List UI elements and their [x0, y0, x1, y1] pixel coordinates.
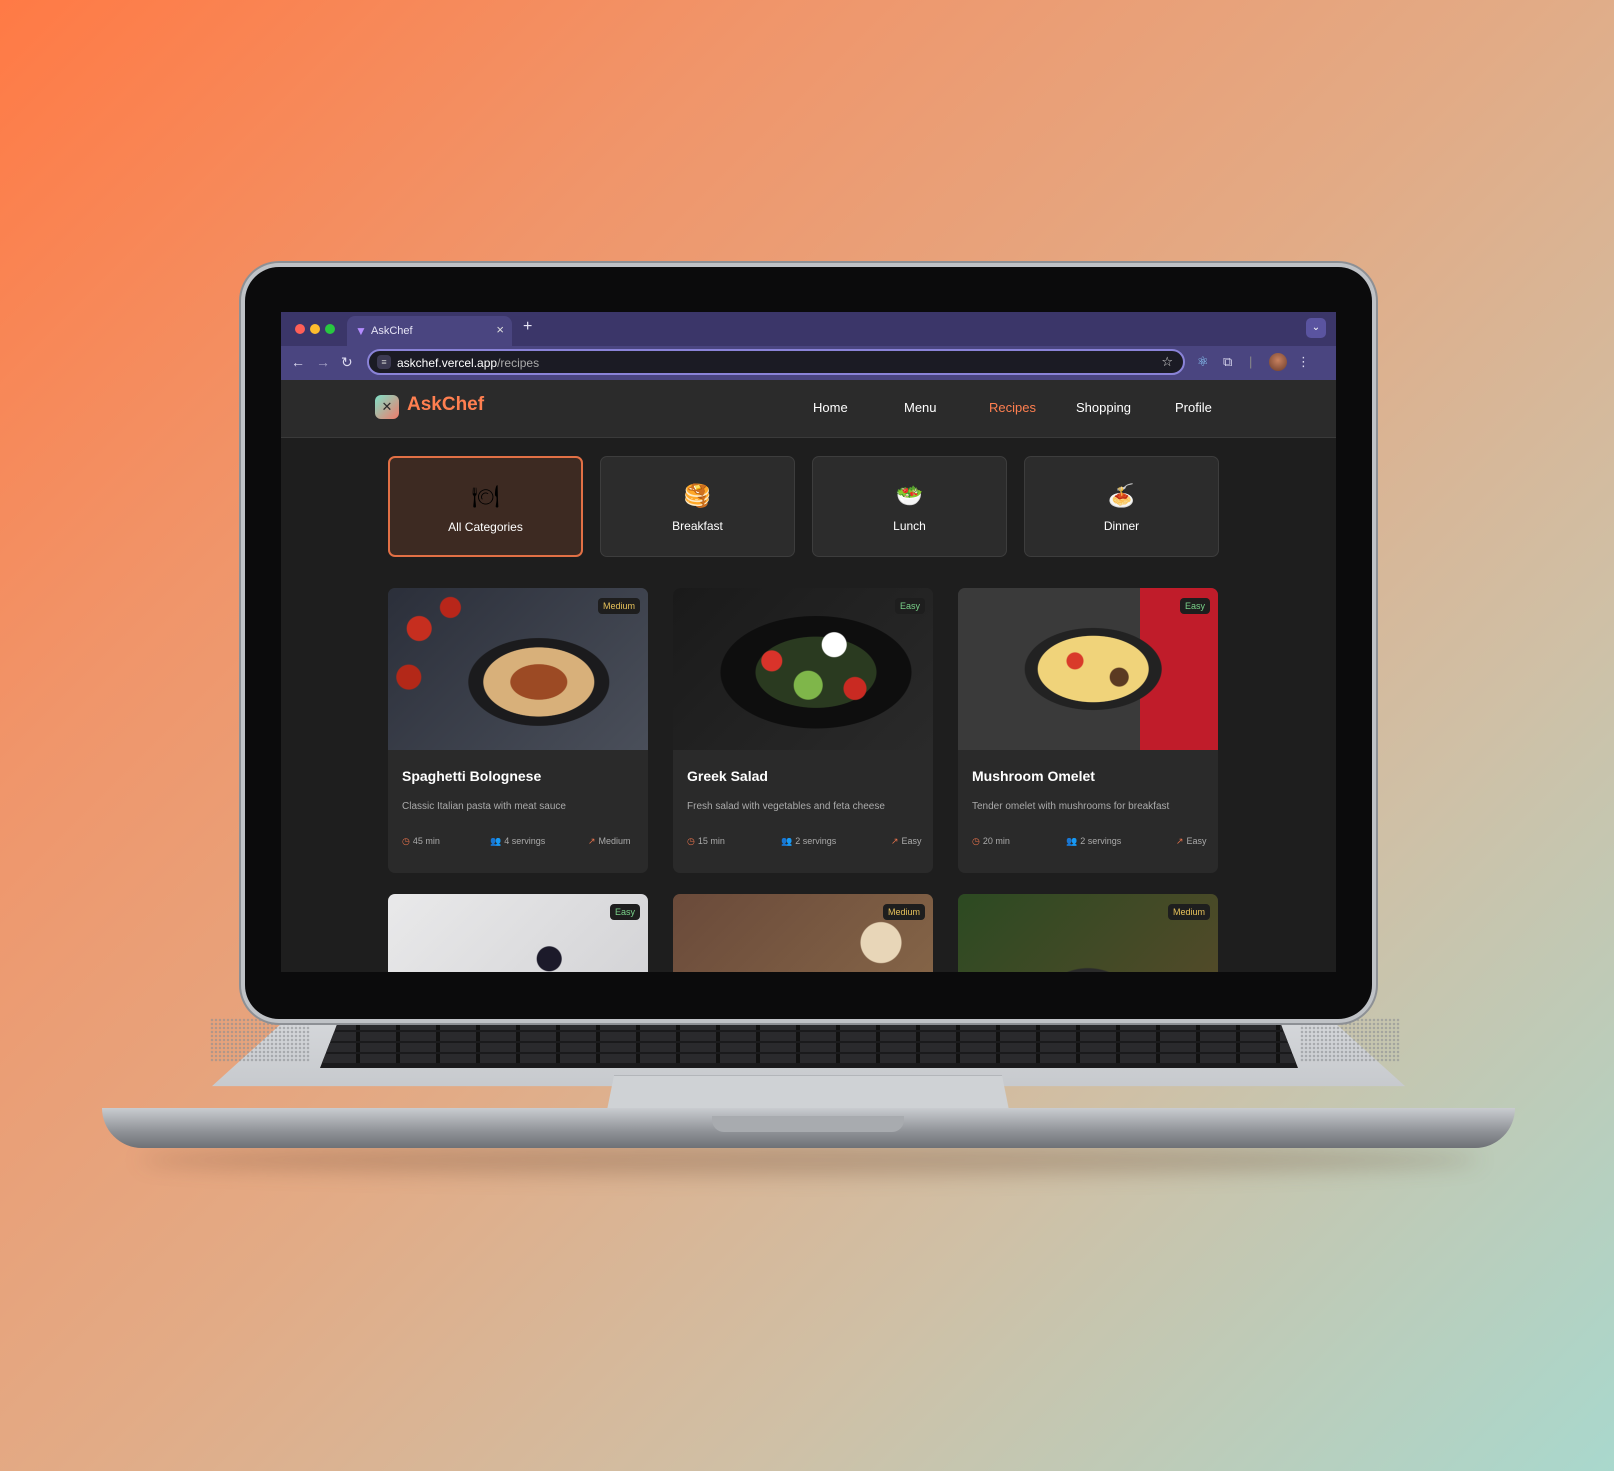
trending-up-icon: ↗	[588, 836, 596, 846]
browser-toolbar: ← → ↻ ≡ askchef.vercel.app/recipes ☆ ⚛ ⧉…	[281, 346, 1336, 380]
recipe-title: Mushroom Omelet	[972, 768, 1095, 784]
recipe-servings: 👥 4 servings	[490, 836, 546, 846]
laptop-shadow	[140, 1145, 1480, 1175]
forward-arrow-icon[interactable]: →	[316, 354, 330, 370]
difficulty-badge: Medium	[882, 904, 925, 920]
recipe-description: Fresh salad with vegetables and feta che…	[687, 801, 885, 812]
address-bar[interactable]: ≡ askchef.vercel.app/recipes ☆	[367, 349, 1185, 375]
vercel-favicon-icon: ▼	[355, 324, 367, 338]
spaghetti-icon: 🍝	[1107, 483, 1136, 508]
clock-icon: ◷	[687, 836, 695, 846]
category-label: Breakfast	[672, 519, 723, 533]
users-icon: 👥	[1066, 836, 1078, 846]
difficulty-badge: Medium	[1167, 904, 1210, 920]
recipe-card[interactable]: Easy Greek Salad Fresh salad with vegeta…	[673, 588, 933, 873]
maximize-window-button[interactable]	[325, 324, 335, 334]
recipe-servings: 👥 2 servings	[1066, 836, 1122, 846]
browser-tab[interactable]: ▼ AskChef ×	[347, 316, 512, 346]
extensions-puzzle-icon[interactable]: ⧉	[1223, 354, 1232, 370]
pancakes-icon: 🥞	[683, 483, 712, 508]
app-page: ✕ AskChef Home Menu Recipes Shopping Pro…	[281, 380, 1336, 972]
difficulty-badge: Easy	[894, 598, 925, 614]
brand-name[interactable]: AskChef	[407, 394, 484, 416]
users-icon: 👥	[490, 836, 502, 846]
minimize-window-button[interactable]	[310, 324, 320, 334]
reload-icon[interactable]: ↻	[341, 354, 353, 371]
category-lunch[interactable]: 🥗 Lunch	[812, 456, 1007, 557]
recipe-title: Greek Salad	[687, 768, 768, 784]
recipe-card[interactable]: Medium	[958, 894, 1218, 972]
laptop-notch	[712, 1116, 904, 1132]
category-label: All Categories	[448, 520, 523, 534]
recipe-time: ◷ 15 min	[687, 836, 725, 846]
category-dinner[interactable]: 🍝 Dinner	[1024, 456, 1219, 557]
speaker-grill-left	[210, 1018, 310, 1062]
recipe-difficulty: ↗ Easy	[891, 836, 922, 846]
keyboard	[320, 1018, 1298, 1068]
recipe-time: ◷ 20 min	[972, 836, 1010, 846]
url-text: askchef.vercel.app/recipes	[397, 356, 540, 370]
profile-avatar[interactable]	[1269, 353, 1287, 371]
recipe-image	[388, 894, 648, 972]
recipe-difficulty: ↗ Medium	[588, 836, 631, 846]
difficulty-badge: Easy	[1179, 598, 1210, 614]
more-options-icon[interactable]: ⋮	[1297, 354, 1310, 370]
salad-icon: 🥗	[895, 483, 924, 508]
trending-up-icon: ↗	[1176, 836, 1184, 846]
app-header: ✕ AskChef Home Menu Recipes Shopping Pro…	[281, 380, 1336, 438]
nav-menu[interactable]: Menu	[904, 400, 937, 415]
recipe-servings: 👥 2 servings	[781, 836, 837, 846]
category-label: Lunch	[893, 519, 926, 533]
difficulty-badge: Medium	[597, 598, 640, 614]
plate-icon: 🍽	[471, 484, 500, 509]
category-breakfast[interactable]: 🥞 Breakfast	[600, 456, 795, 557]
recipe-image	[958, 588, 1218, 750]
recipe-difficulty: ↗ Easy	[1176, 836, 1207, 846]
laptop-screen: ▼ AskChef × + ⌄ ← → ↻ ≡ askchef.vercel.a…	[281, 312, 1336, 972]
site-settings-icon[interactable]: ≡	[377, 355, 391, 369]
users-icon: 👥	[781, 836, 793, 846]
category-label: Dinner	[1103, 519, 1140, 533]
react-devtools-icon[interactable]: ⚛	[1197, 354, 1209, 370]
new-tab-icon[interactable]: +	[523, 318, 532, 336]
tab-title: AskChef	[371, 325, 413, 337]
askchef-logo-icon[interactable]: ✕	[375, 395, 399, 419]
trending-up-icon: ↗	[891, 836, 899, 846]
recipe-description: Tender omelet with mushrooms for breakfa…	[972, 801, 1170, 812]
recipe-card[interactable]: Medium Spaghetti Bolognese Classic Itali…	[388, 588, 648, 873]
nav-shopping[interactable]: Shopping	[1076, 400, 1131, 415]
recipe-image	[673, 588, 933, 750]
toolbar-divider: |	[1249, 354, 1253, 369]
close-window-button[interactable]	[295, 324, 305, 334]
bookmark-star-icon[interactable]: ☆	[1161, 354, 1173, 370]
chevron-down-icon[interactable]: ⌄	[1306, 318, 1326, 338]
clock-icon: ◷	[972, 836, 980, 846]
browser-tabbar: ▼ AskChef × + ⌄	[281, 312, 1336, 346]
back-arrow-icon[interactable]: ←	[291, 354, 305, 370]
nav-recipes[interactable]: Recipes	[989, 400, 1036, 415]
nav-profile[interactable]: Profile	[1175, 400, 1212, 415]
category-all[interactable]: 🍽 All Categories	[388, 456, 583, 557]
recipe-time: ◷ 45 min	[402, 836, 440, 846]
difficulty-badge: Easy	[609, 904, 640, 920]
close-tab-icon[interactable]: ×	[496, 322, 504, 337]
recipe-card[interactable]: Easy Mushroom Omelet Tender omelet with …	[958, 588, 1218, 873]
recipe-card[interactable]: Easy	[388, 894, 648, 972]
nav-home[interactable]: Home	[813, 400, 848, 415]
recipe-description: Classic Italian pasta with meat sauce	[402, 801, 566, 812]
speaker-grill-right	[1300, 1018, 1400, 1062]
recipe-card[interactable]: Medium	[673, 894, 933, 972]
clock-icon: ◷	[402, 836, 410, 846]
recipe-title: Spaghetti Bolognese	[402, 768, 542, 784]
